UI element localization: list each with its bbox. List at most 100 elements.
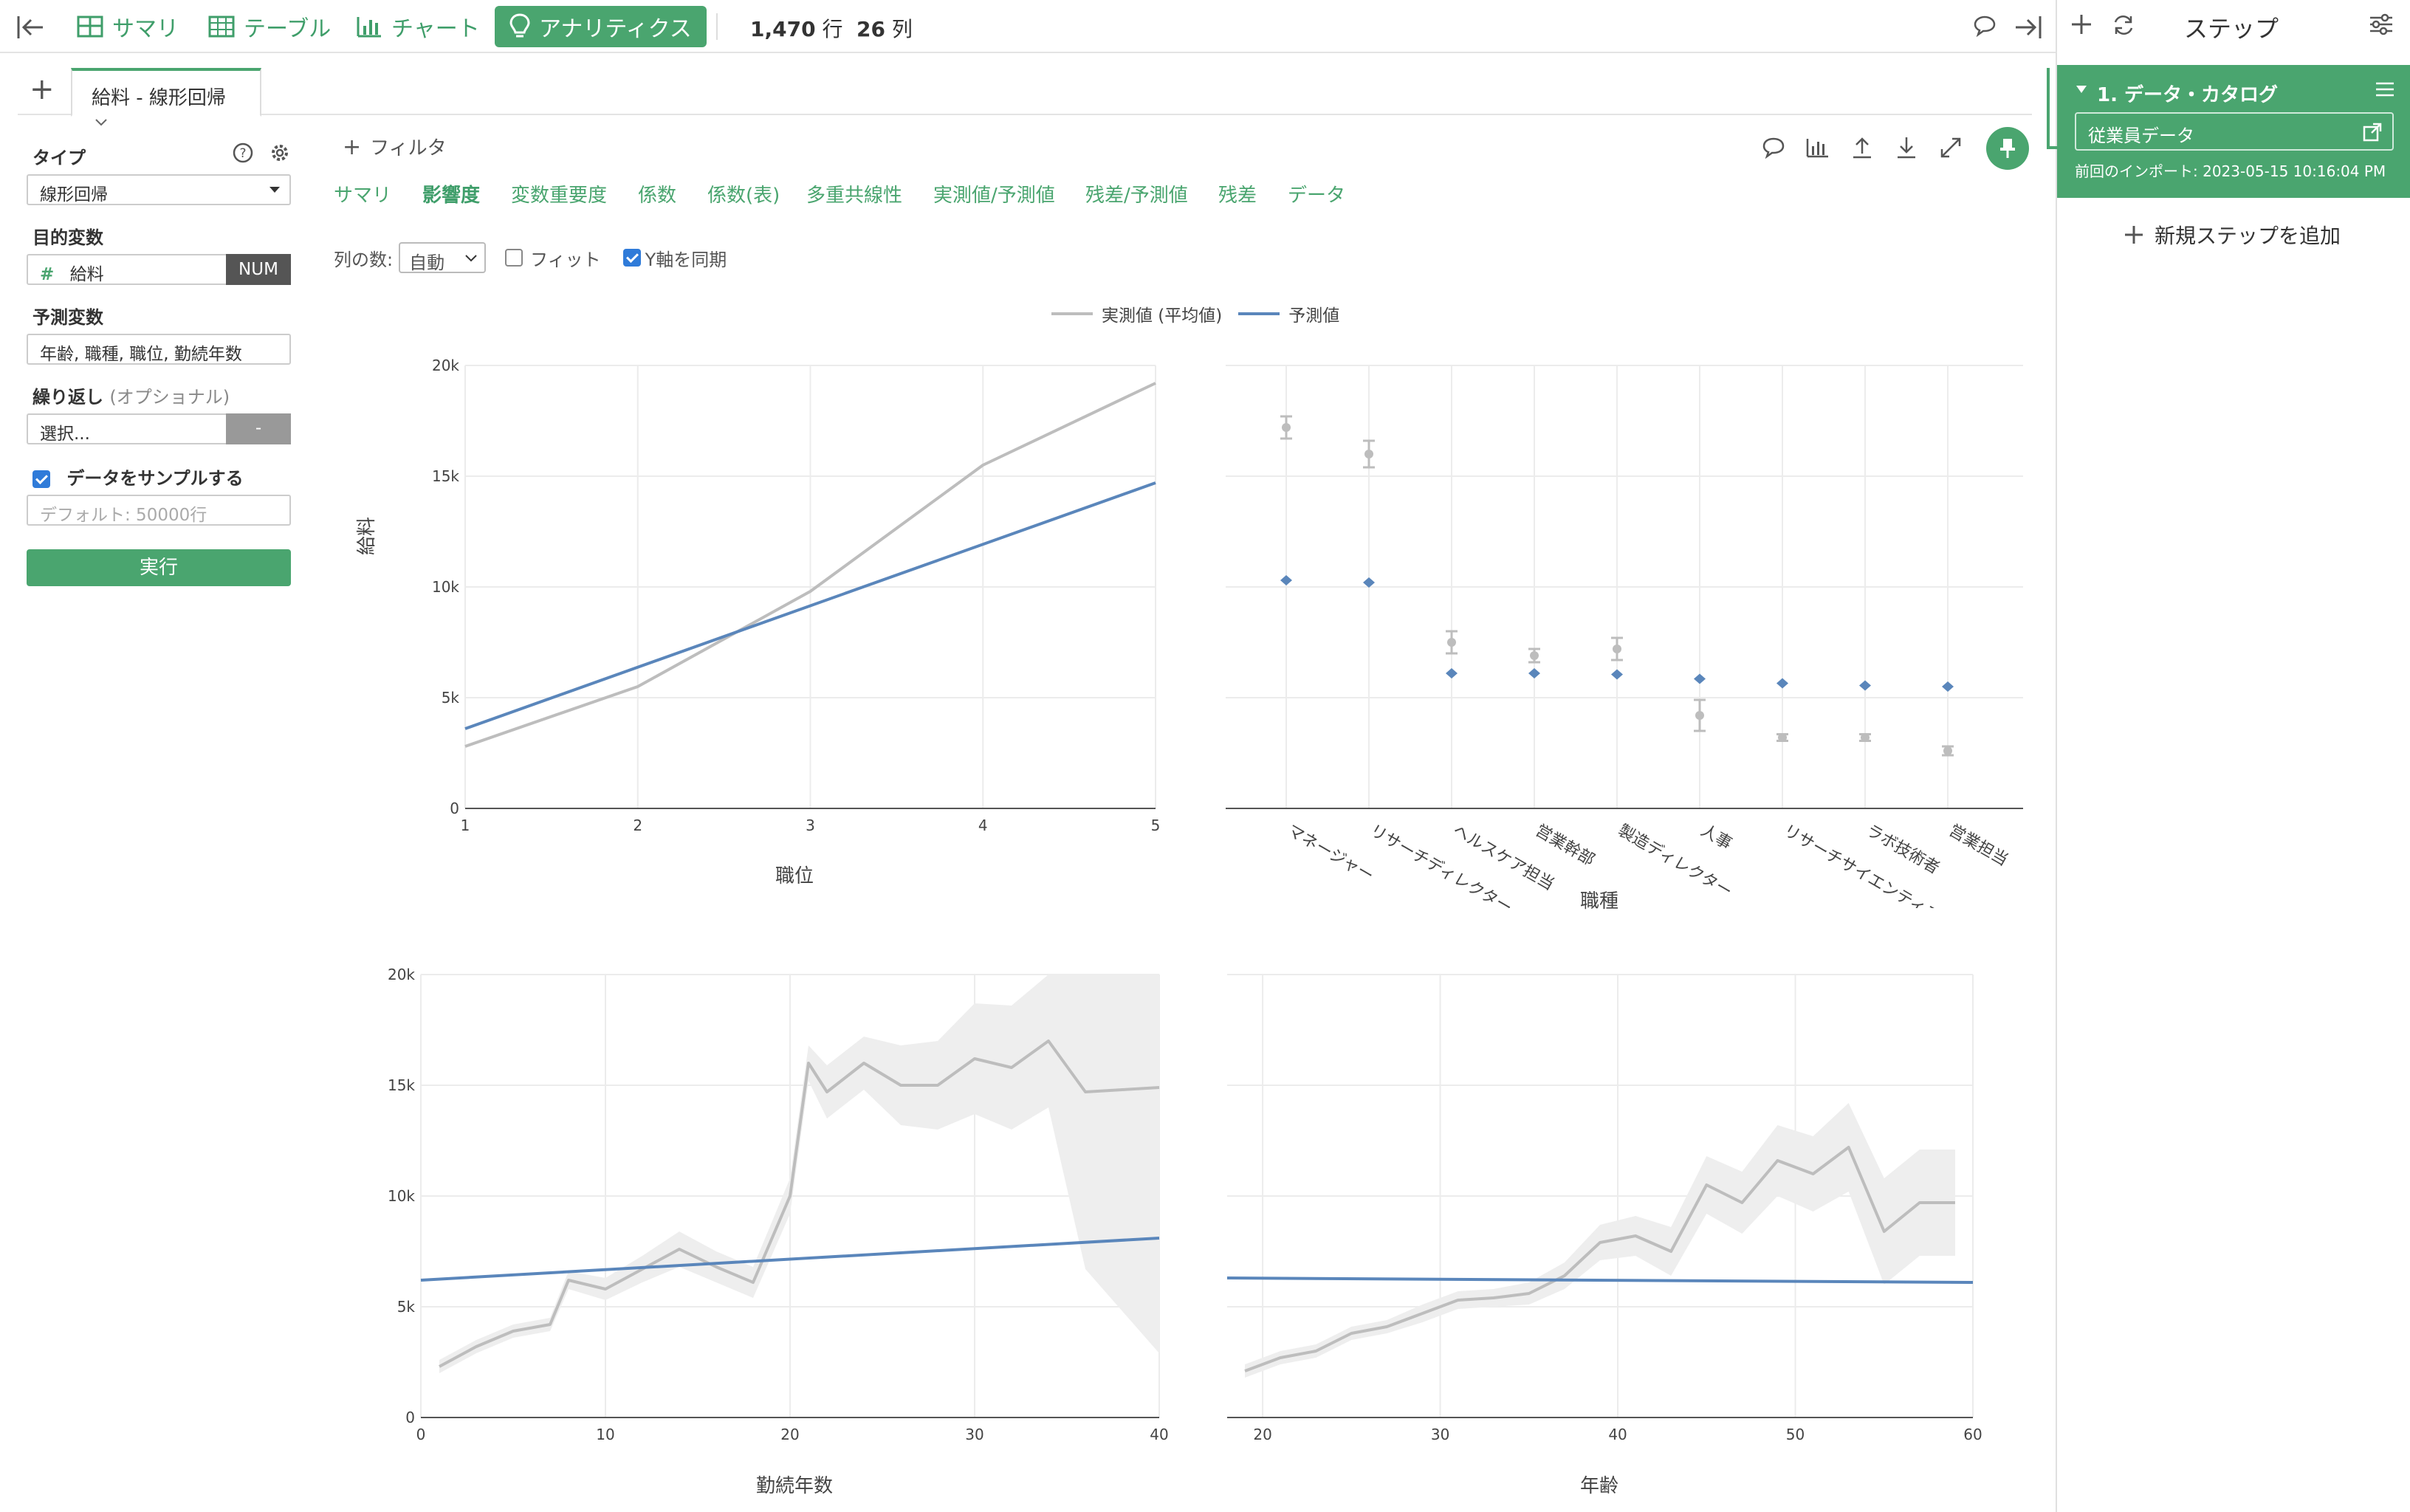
comment-icon[interactable] xyxy=(1760,134,1787,161)
external-link-icon xyxy=(2363,123,2382,142)
x-tick-label: 30 xyxy=(1431,1426,1449,1443)
lightbulb-icon xyxy=(509,13,530,38)
x-tick-label: 50 xyxy=(1786,1426,1805,1443)
sync-y-checkbox[interactable] xyxy=(622,249,641,267)
numeric-hash-icon: # xyxy=(40,265,55,284)
repeat-by-select[interactable]: 選択... - xyxy=(27,413,291,444)
y-tick-label: 5k xyxy=(442,689,460,707)
add-tab-button[interactable]: + xyxy=(30,72,55,106)
table-icon xyxy=(208,16,235,38)
columns-select[interactable]: 自動 xyxy=(399,242,487,273)
nav-table-label: テーブル xyxy=(244,16,332,42)
help-icon[interactable]: ? xyxy=(232,142,254,164)
step-title: 1. データ・カタログ xyxy=(2097,84,2279,106)
nav-summary[interactable]: サマリ xyxy=(77,6,179,47)
predictor-variables-field[interactable]: 年齢, 職種, 職位, 勤続年数 xyxy=(27,334,291,365)
nav-chart[interactable]: チャート xyxy=(356,6,480,47)
nav-summary-label: サマリ xyxy=(112,16,179,42)
settings-sliders-icon[interactable] xyxy=(2369,13,2394,35)
step-connector xyxy=(2047,68,2059,149)
column-count: 26 列 xyxy=(856,17,913,41)
y-tick-label: 10k xyxy=(388,1187,415,1205)
x-tick-label: 30 xyxy=(965,1426,983,1443)
model-type-select[interactable]: 線形回帰 xyxy=(27,174,291,205)
actual-mean-point xyxy=(1282,423,1291,432)
x-tick-label: 40 xyxy=(1150,1426,1168,1443)
collapse-right-icon[interactable] xyxy=(2013,15,2042,40)
legend-swatch-actual xyxy=(1051,312,1093,315)
subtab-impact[interactable]: 影響度 xyxy=(422,180,480,207)
x-tick-label: 10 xyxy=(596,1426,614,1443)
subtab-coefficients-table[interactable]: 係数(表) xyxy=(707,180,780,207)
add-step-plus-icon[interactable] xyxy=(2070,13,2093,35)
subtab-residual-vs-predicted[interactable]: 残差/予測値 xyxy=(1085,180,1188,207)
chart-legend: 実測値 (平均値) 予測値 xyxy=(1051,301,1339,326)
run-button[interactable]: 実行 xyxy=(27,549,291,586)
tab-label: 給料 - 線形回帰 xyxy=(92,87,226,109)
impact-chart-job-role: マネージャーリサーチディレクターヘルスケア担当営業幹部 製造ディレクター人事 リサー… xyxy=(1226,365,2023,908)
pin-button[interactable] xyxy=(1986,127,2029,170)
subtab-multicollinearity[interactable]: 多重共線性 xyxy=(806,180,902,207)
add-filter-button[interactable]: + フィルタ xyxy=(343,133,447,160)
caret-down-icon[interactable] xyxy=(2075,84,2088,94)
analytics-tab-row: + 給料 - 線形回帰 xyxy=(18,65,2032,126)
legend-swatch-predicted xyxy=(1238,312,1280,315)
collapse-left-icon[interactable] xyxy=(16,15,46,40)
pin-icon xyxy=(2000,139,2015,158)
x-axis-title-job-level: 職位 xyxy=(775,865,814,887)
confidence-band xyxy=(1245,1103,1955,1378)
chevron-down-icon xyxy=(95,119,107,126)
type-label: タイプ xyxy=(32,148,86,168)
x-tick-label: 1 xyxy=(461,817,470,834)
sample-size-input[interactable]: デフォルト: 50000行 xyxy=(27,495,291,526)
y-axis-title-salary: 給料 xyxy=(356,516,378,555)
nav-analytics[interactable]: アナリティクス xyxy=(495,6,707,47)
subtab-data[interactable]: データ xyxy=(1288,180,1345,207)
refresh-icon[interactable] xyxy=(2112,13,2135,37)
sample-data-toggle[interactable]: データをサンプルする xyxy=(32,464,244,489)
x-tick-label: マネージャー xyxy=(1284,822,1376,886)
chart-options-icon[interactable] xyxy=(1805,134,1831,161)
target-variable-field[interactable]: # 給料 NUM xyxy=(27,254,291,285)
plus-icon xyxy=(2125,226,2143,244)
sample-checkbox[interactable] xyxy=(32,470,50,488)
legend-actual[interactable]: 実測値 (平均値) xyxy=(1102,301,1222,326)
confidence-band xyxy=(439,975,1159,1373)
expand-icon[interactable] xyxy=(1937,134,1964,161)
chevron-down-icon xyxy=(465,255,477,262)
fit-checkbox[interactable] xyxy=(505,249,523,267)
legend-predicted[interactable]: 予測値 xyxy=(1288,301,1339,326)
x-tick-label: 5 xyxy=(1151,817,1161,834)
step-source-link[interactable]: 従業員データ xyxy=(2075,112,2394,151)
impact-chart-years-at-company: 0 5k 10k 15k 20k 0 10 20 30 40 xyxy=(388,966,1169,1443)
nav-table[interactable]: テーブル xyxy=(208,6,331,47)
tab-salary-linear-regression[interactable]: 給料 - 線形回帰 xyxy=(71,68,261,126)
subtab-summary[interactable]: サマリ xyxy=(334,180,391,207)
subtab-actual-vs-predicted[interactable]: 実測値/予測値 xyxy=(933,180,1055,207)
actual-mean-point xyxy=(1530,651,1539,660)
add-new-step-button[interactable]: 新規ステップを追加 xyxy=(2124,220,2341,250)
columns-label: 列の数: xyxy=(334,249,394,270)
step-card-data-catalog[interactable]: 1. データ・カタログ 従業員データ 前回のインポート: 2023-05-15 … xyxy=(2057,65,2410,198)
actual-mean-point xyxy=(1778,733,1787,742)
gear-icon[interactable] xyxy=(269,142,291,164)
x-tick-label: 4 xyxy=(978,817,988,834)
hamburger-menu-icon[interactable] xyxy=(2375,80,2395,99)
actual-mean-point xyxy=(1943,746,1952,755)
subtab-coefficients[interactable]: 係数 xyxy=(638,180,676,207)
subtab-residuals[interactable]: 残差 xyxy=(1218,180,1257,207)
predicted-point xyxy=(1446,668,1458,678)
impact-chart-job-level: 0 5k 10k 15k 20k 1 2 3 4 5 xyxy=(432,357,1161,834)
upload-icon[interactable] xyxy=(1849,134,1875,161)
predicted-point xyxy=(1942,681,1954,692)
steps-panel: ステップ 1. データ・カタログ 従業員データ 前回のインポート: 2023-0… xyxy=(2047,0,2410,1512)
repeat-label: 繰り返し (オプショナル) xyxy=(32,387,230,408)
predicted-point xyxy=(1611,669,1623,680)
download-icon[interactable] xyxy=(1893,134,1920,161)
comment-icon[interactable] xyxy=(1973,15,1997,37)
plus-icon: + xyxy=(343,134,362,160)
impact-chart-age: 20 30 40 50 60 xyxy=(1226,974,1982,1443)
x-tick-label: 営業幹部 xyxy=(1532,822,1598,870)
subtab-variable-importance[interactable]: 変数重要度 xyxy=(511,180,607,207)
chart-icon xyxy=(357,17,381,38)
